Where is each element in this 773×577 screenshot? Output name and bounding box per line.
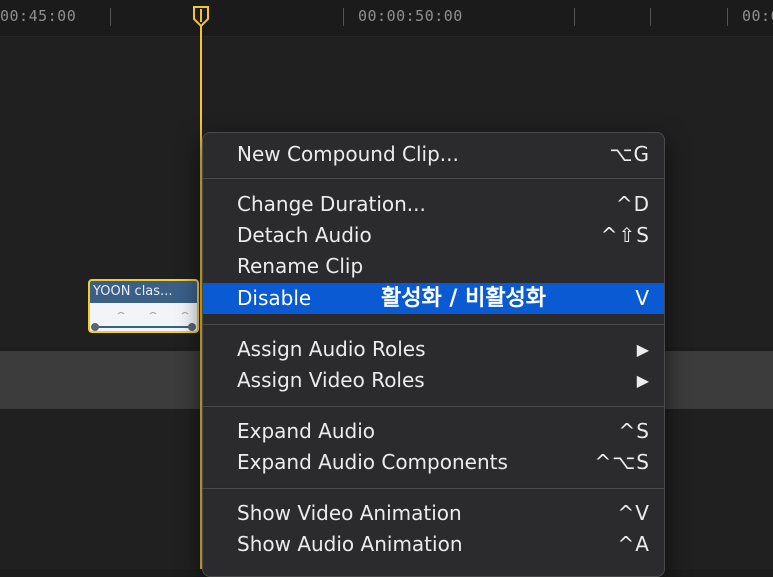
menu-item-rename-clip[interactable]: Rename Clip [203, 251, 664, 282]
menu-item-label: New Compound Clip... [237, 142, 459, 166]
clip-context-menu: New Compound Clip... ⌥G Change Duration.… [202, 132, 665, 577]
menu-item-detach-audio[interactable]: Detach Audio ^⇧S [203, 220, 664, 251]
menu-item-shortcut: V [635, 286, 650, 310]
menu-separator-line [203, 178, 664, 179]
submenu-arrow-icon: ▶ [636, 340, 650, 359]
menu-item-disable[interactable]: Disable 활성화 / 비활성화 V [203, 283, 664, 314]
timecode-label: 00:45:00 [0, 7, 77, 25]
ruler-tick [343, 8, 344, 26]
menu-item-label: Expand Audio Components [237, 450, 508, 474]
timecode-label: 00:0 [742, 7, 773, 25]
menu-separator-line [203, 488, 664, 489]
ruler-tick [574, 8, 575, 26]
menu-item-change-duration[interactable]: Change Duration... ^D [203, 189, 664, 220]
menu-item-label: Rename Clip [237, 254, 364, 278]
menu-separator-line [203, 406, 664, 407]
menu-item-shortcut: ^D [615, 192, 650, 216]
submenu-arrow-icon: ▶ [636, 371, 650, 390]
ruler-tick [110, 8, 111, 26]
ruler-tick [650, 8, 651, 26]
menu-item-label: Assign Video Roles [237, 368, 425, 392]
playhead-handle-icon[interactable] [192, 6, 210, 28]
menu-item-shortcut: ^⇧S [600, 223, 650, 247]
menu-item-shortcut: ^V [617, 501, 650, 525]
menu-separator-line [203, 324, 664, 325]
menu-item-label: Show Audio Animation [237, 532, 463, 556]
menu-item-label: Assign Audio Roles [237, 337, 426, 361]
clip-title: YOON clas... [90, 281, 197, 303]
clip-audio-waveform [90, 303, 197, 331]
timeline-ruler[interactable]: 00:45:00 00:00:50:00 00:0 [0, 0, 773, 37]
timecode-label: 00:00:50:00 [358, 7, 463, 25]
menu-item-annotation: 활성화 / 비활성화 [381, 286, 547, 311]
ruler-tick [727, 8, 728, 26]
menu-item-show-video-animation[interactable]: Show Video Animation ^V [203, 498, 664, 529]
menu-item-assign-video-roles[interactable]: Assign Video Roles ▶ [203, 365, 664, 396]
menu-item-label: Change Duration... [237, 192, 426, 216]
menu-item-expand-audio[interactable]: Expand Audio ^S [203, 416, 664, 447]
menu-item-expand-audio-components[interactable]: Expand Audio Components ^⌥S [203, 447, 664, 478]
menu-item-shortcut: ^A [617, 532, 650, 556]
menu-item-shortcut: ^⌥S [594, 450, 650, 474]
menu-item-assign-audio-roles[interactable]: Assign Audio Roles ▶ [203, 334, 664, 365]
menu-item-show-audio-animation[interactable]: Show Audio Animation ^A [203, 529, 664, 560]
menu-item-shortcut: ⌥G [609, 142, 650, 166]
menu-item-label: Show Video Animation [237, 501, 462, 525]
menu-item-new-compound-clip[interactable]: New Compound Clip... ⌥G [203, 139, 664, 170]
menu-item-label: Expand Audio [237, 419, 375, 443]
menu-item-shortcut: ^S [618, 419, 650, 443]
timeline-clip[interactable]: YOON clas... [88, 279, 199, 333]
menu-item-label: Disable [237, 286, 312, 310]
menu-item-label: Detach Audio [237, 223, 372, 247]
